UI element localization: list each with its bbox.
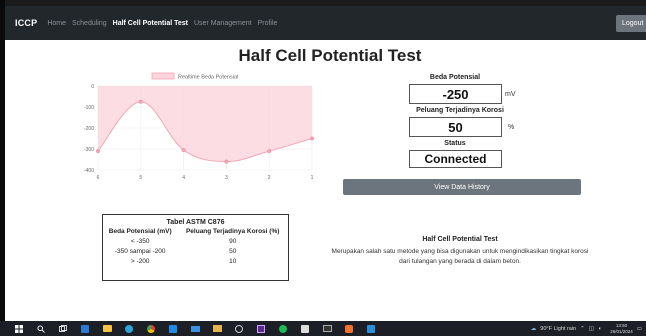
table-cell: < -350 xyxy=(130,237,150,245)
table-cell: 50 xyxy=(229,247,237,255)
page-title: Half Cell Potential Test xyxy=(238,46,422,65)
app-icon[interactable] xyxy=(300,324,310,334)
y-tick-label: -200 xyxy=(84,126,94,132)
chrome-browser-icon[interactable] xyxy=(146,324,156,334)
data-point xyxy=(138,99,143,104)
system-tray: ☁ 90°F Light rain ⌃ ◫ ◖ 13:50 26/01/2024… xyxy=(527,321,642,336)
weather-text[interactable]: 90°F Light rain xyxy=(540,326,576,332)
folder-icon[interactable] xyxy=(212,324,222,334)
nav-home[interactable]: Home xyxy=(47,20,66,27)
notification-icon[interactable]: ▭ xyxy=(637,326,642,332)
table-row: < -350 90 xyxy=(103,236,288,246)
status-value: Connected xyxy=(409,150,502,168)
table-cell: > -200 xyxy=(130,257,150,265)
table-cell: 10 xyxy=(229,257,237,265)
astm-header-peluang: Peluang Terjadinya Korosi (%) xyxy=(185,228,280,235)
beda-potensial-label: Beda Potensial xyxy=(429,74,481,81)
calendar-app-icon[interactable] xyxy=(80,324,90,334)
search-icon[interactable] xyxy=(36,324,46,334)
legend-swatch xyxy=(151,72,175,80)
beda-potensial-value: -250 xyxy=(409,84,502,104)
peluang-unit: % xyxy=(508,124,515,131)
x-tick-label: 2 xyxy=(268,175,271,181)
x-tick-label: 5 xyxy=(139,175,142,181)
windows-taskbar: ☁ 90°F Light rain ⌃ ◫ ◖ 13:50 26/01/2024… xyxy=(0,321,646,336)
clock-date: 26/01/2024 xyxy=(610,328,633,334)
x-tick-label: 6 xyxy=(97,175,100,181)
weather-icon[interactable]: ☁ xyxy=(531,326,537,332)
peluang-value: 50 xyxy=(409,117,502,137)
astm-header-beda-potensial: Beda Potensial (mV) xyxy=(108,228,172,235)
clock[interactable]: 13:50 26/01/2024 xyxy=(606,323,633,334)
network-icon[interactable]: ◫ xyxy=(589,326,594,332)
description-title: Half Cell Potential Test xyxy=(422,236,498,243)
astm-table-caption: Tabel ASTM C876 xyxy=(166,219,225,226)
data-point xyxy=(224,159,229,164)
windows-start-icon[interactable] xyxy=(14,324,24,334)
table-row: > -200 10 xyxy=(103,256,288,266)
view-data-history-button[interactable]: View Data History xyxy=(343,179,581,195)
window-left-border xyxy=(0,0,5,336)
table-cell: 90 xyxy=(229,237,237,245)
mail-icon[interactable] xyxy=(190,324,200,334)
navbar: ICCP Home Scheduling Half Cell Potential… xyxy=(5,6,646,40)
table-row: -350 sampai -200 50 xyxy=(103,246,288,256)
realtime-potential-chart: Realtime Beda Potensial 0 -100 -200 -300 -400… xyxy=(80,70,330,192)
store-icon[interactable] xyxy=(168,324,178,334)
logout-button[interactable]: Logout xyxy=(616,15,646,32)
astm-table: Tabel ASTM C876 Beda Potensial (mV) Pelu… xyxy=(102,214,289,281)
nav-user-management[interactable]: User Management xyxy=(194,20,252,27)
status-label: Status xyxy=(444,140,466,147)
x-tick-label: 1 xyxy=(311,175,314,181)
x-tick-label: 4 xyxy=(182,175,185,181)
data-point xyxy=(267,149,272,154)
github-icon[interactable] xyxy=(234,324,244,334)
beda-potensial-unit: mV xyxy=(505,91,516,98)
data-point xyxy=(181,148,186,153)
y-tick-label: -400 xyxy=(84,168,94,174)
description-text: Merupakan salah satu metode yang bisa di… xyxy=(331,248,589,265)
chart-svg: Realtime Beda Potensial 0 -100 -200 -300 -400… xyxy=(84,72,315,181)
file-explorer-icon[interactable] xyxy=(102,324,112,334)
brand-logo[interactable]: ICCP xyxy=(15,18,37,28)
edge-browser-icon[interactable] xyxy=(124,324,134,334)
terminal-icon[interactable] xyxy=(322,324,332,334)
y-tick-label: -100 xyxy=(84,105,94,111)
postman-icon[interactable] xyxy=(344,324,354,334)
y-tick-label: -300 xyxy=(84,147,94,153)
vscode-icon[interactable] xyxy=(366,324,376,334)
chevron-up-icon[interactable]: ⌃ xyxy=(580,326,585,332)
series-area xyxy=(98,86,312,162)
nav-scheduling[interactable]: Scheduling xyxy=(72,20,107,27)
spotify-icon[interactable] xyxy=(278,324,288,334)
data-point xyxy=(95,149,101,154)
table-cell: -350 sampai -200 xyxy=(114,247,166,255)
y-tick-label: 0 xyxy=(91,84,94,90)
task-view-icon[interactable] xyxy=(58,324,68,334)
peluang-label: Peluang Terjadinya Korosi xyxy=(416,107,504,114)
volume-icon[interactable]: ◖ xyxy=(598,326,601,332)
premiere-app-icon[interactable] xyxy=(256,324,266,334)
x-tick-label: 3 xyxy=(225,175,228,181)
nav-profile[interactable]: Profile xyxy=(258,20,278,27)
nav-half-cell-potential-test[interactable]: Half Cell Potential Test xyxy=(113,20,188,27)
legend-label: Realtime Beda Potensial xyxy=(178,75,238,81)
data-point xyxy=(309,136,315,141)
